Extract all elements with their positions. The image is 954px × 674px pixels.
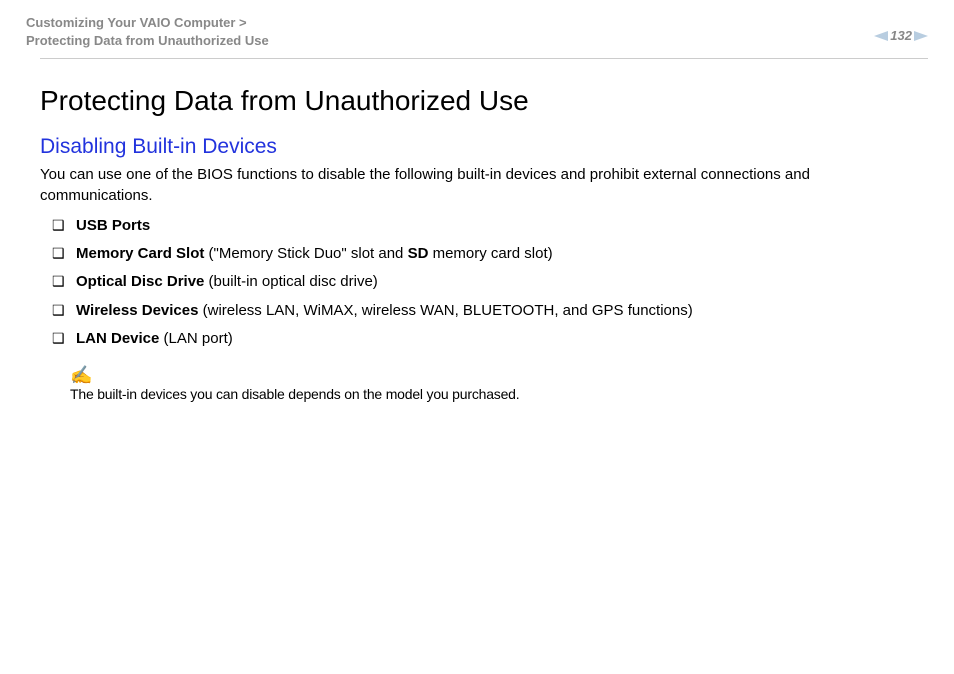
device-detail-suffix: memory card slot) [428,245,552,262]
main-content: Protecting Data from Unauthorized Use Di… [0,59,954,404]
device-detail: (LAN port) [159,330,232,347]
device-name: Memory Card Slot [76,245,204,262]
device-name: Wireless Devices [76,302,198,319]
device-name: USB Ports [76,217,150,234]
breadcrumb-line2[interactable]: Protecting Data from Unauthorized Use [26,32,269,50]
list-item: Wireless Devices (wireless LAN, WiMAX, w… [52,301,914,321]
breadcrumb: Customizing Your VAIO Computer > Protect… [26,14,269,50]
list-item: LAN Device (LAN port) [52,329,914,349]
device-detail: (wireless LAN, WiMAX, wireless WAN, BLUE… [198,302,692,319]
page-header: Customizing Your VAIO Computer > Protect… [0,0,954,58]
device-detail-bold: SD [408,245,429,262]
breadcrumb-line1[interactable]: Customizing Your VAIO Computer > [26,14,269,32]
page-number: 132 [890,28,912,43]
list-item: USB Ports [52,216,914,236]
page-navigation: 132 [874,28,928,43]
device-name: LAN Device [76,330,159,347]
note-block: ✍ The built-in devices you can disable d… [40,365,914,404]
prev-page-arrow-icon[interactable] [874,31,888,41]
note-text: The built-in devices you can disable dep… [70,386,519,402]
device-name: Optical Disc Drive [76,273,204,290]
device-detail-prefix: ("Memory Stick Duo" slot and [204,245,407,262]
page-title: Protecting Data from Unauthorized Use [40,85,914,117]
intro-paragraph: You can use one of the BIOS functions to… [40,165,914,206]
device-list: USB Ports Memory Card Slot ("Memory Stic… [40,216,914,349]
list-item: Optical Disc Drive (built-in optical dis… [52,272,914,292]
note-icon: ✍ [70,365,914,386]
section-title: Disabling Built-in Devices [40,135,914,159]
list-item: Memory Card Slot ("Memory Stick Duo" slo… [52,244,914,264]
next-page-arrow-icon[interactable] [914,31,928,41]
device-detail: (built-in optical disc drive) [204,273,377,290]
